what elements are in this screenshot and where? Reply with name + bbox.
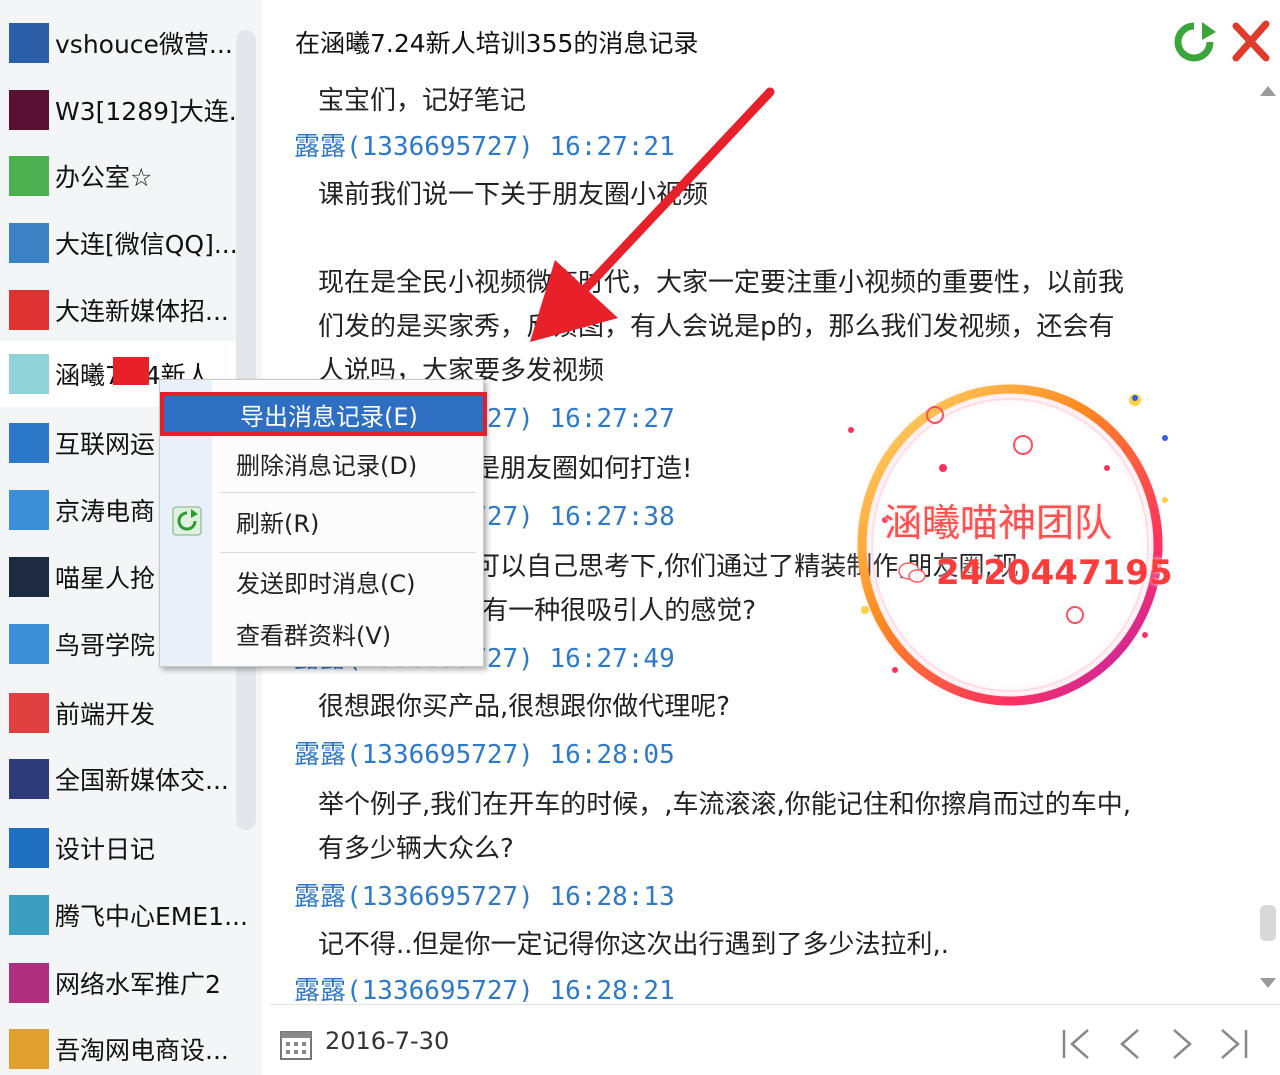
newmedia-avatar <box>9 290 49 330</box>
group-name: 网络水军推广2 <box>55 970 221 999</box>
menu-item-send-message[interactable]: 发送即时消息(C) <box>236 564 415 599</box>
message-text: 举个例子,我们在开车的时候，,车流滚滚,你能记住和你擦肩而过的车中, <box>318 790 1132 820</box>
footer-divider <box>270 1004 1280 1005</box>
group-list-item[interactable]: W3[1289]大连... <box>0 77 250 143</box>
menu-item-label: 导出消息记录(E) <box>240 403 418 431</box>
wechat-icon <box>898 562 926 583</box>
group-name: 办公室☆ <box>55 163 153 192</box>
vshouce-avatar <box>9 23 49 63</box>
internet-avatar <box>9 423 49 463</box>
group-list-item[interactable]: 大连新媒体招... <box>0 277 250 343</box>
w3-avatar <box>9 90 49 130</box>
message-scroll-thumb[interactable] <box>1260 905 1276 941</box>
menu-item-export-history[interactable]: 导出消息记录(E) <box>160 392 487 436</box>
menu-separator <box>220 552 475 553</box>
watermark-team-text: 涵曦喵神团队 <box>884 501 1113 545</box>
bird-avatar <box>9 624 49 664</box>
scroll-down-arrow-icon[interactable] <box>1260 978 1276 988</box>
group-list-item[interactable]: 全国新媒体交... <box>0 746 250 812</box>
group-list-item[interactable]: 腾飞中心EME1... <box>0 882 250 948</box>
history-date[interactable]: 2016-7-30 <box>325 1027 449 1055</box>
hanxi-avatar <box>9 354 49 394</box>
group-name: W3[1289]大连... <box>55 97 250 126</box>
message-sender: 露露(1336695727) 16:28:13 <box>294 882 675 912</box>
group-name: 大连[微信QQ]... <box>55 230 238 259</box>
jingtao-avatar <box>9 490 49 530</box>
frontend-avatar <box>9 693 49 733</box>
menu-separator <box>220 492 475 493</box>
green-refresh-icon[interactable] <box>1172 20 1216 64</box>
group-name: 前端开发 <box>55 700 156 729</box>
context-menu: 导出消息记录(E) 删除消息记录(D) 刷新(R) 发送即时消息(C) 查看群资… <box>159 379 487 667</box>
group-list-item[interactable]: 设计日记 <box>0 815 250 881</box>
unread-badge <box>113 357 149 385</box>
group-name: vshouce微营... <box>55 30 233 59</box>
cat-avatar <box>9 557 49 597</box>
tengfei-avatar <box>9 895 49 935</box>
next-page-icon[interactable] <box>1162 1024 1202 1064</box>
message-sender: 露露(1336695727) 16:28:05 <box>294 740 675 770</box>
calendar-icon[interactable] <box>279 1027 313 1061</box>
menu-item-delete-history[interactable]: 删除消息记录(D) <box>236 446 417 481</box>
message-text: 记不得..但是你一定记得你这次出行遇到了多少法拉利,. <box>318 930 950 960</box>
scroll-up-arrow-icon[interactable] <box>1260 86 1276 96</box>
national-avatar <box>9 759 49 799</box>
history-title: 在涵曦7.24新人培训355的消息记录 <box>295 29 699 58</box>
group-name: 设计日记 <box>55 835 156 864</box>
group-list-item[interactable]: vshouce微营... <box>0 10 250 76</box>
group-name: 吾淘网电商设... <box>55 1036 229 1065</box>
design-avatar <box>9 828 49 868</box>
refresh-icon <box>172 506 202 536</box>
red-close-icon[interactable] <box>1228 18 1274 64</box>
red-arrow-annotation <box>530 87 775 342</box>
wutao-avatar <box>9 1029 49 1069</box>
message-text: 有多少辆大众么? <box>318 834 514 864</box>
group-list-item[interactable]: 办公室☆ <box>0 143 250 209</box>
group-list-item[interactable]: 网络水军推广2 <box>0 950 250 1016</box>
group-name: 大连新媒体招... <box>55 297 229 326</box>
message-sender: 露露(1336695727) 16:28:21 <box>294 976 675 1002</box>
watermark-number: 2420447195 <box>936 553 1173 593</box>
dalian-avatar <box>9 223 49 263</box>
group-list-item[interactable]: 前端开发 <box>0 680 250 746</box>
group-name: 全国新媒体交... <box>55 766 229 795</box>
group-list-item[interactable]: 大连[微信QQ]... <box>0 210 250 276</box>
network-avatar <box>9 963 49 1003</box>
last-page-icon[interactable] <box>1212 1024 1252 1064</box>
menu-item-refresh[interactable]: 刷新(R) <box>236 504 319 539</box>
group-list-item[interactable]: 吾淘网电商设... <box>0 1016 250 1075</box>
first-page-icon[interactable] <box>1058 1024 1098 1064</box>
message-text: 宝宝们，记好笔记 <box>318 86 527 116</box>
office-avatar <box>9 156 49 196</box>
message-text: 很想跟你买产品,很想跟你做代理呢? <box>318 692 731 722</box>
prev-page-icon[interactable] <box>1110 1024 1150 1064</box>
group-name: 腾飞中心EME1... <box>55 902 248 931</box>
menu-item-group-info[interactable]: 查看群资料(V) <box>236 616 391 651</box>
